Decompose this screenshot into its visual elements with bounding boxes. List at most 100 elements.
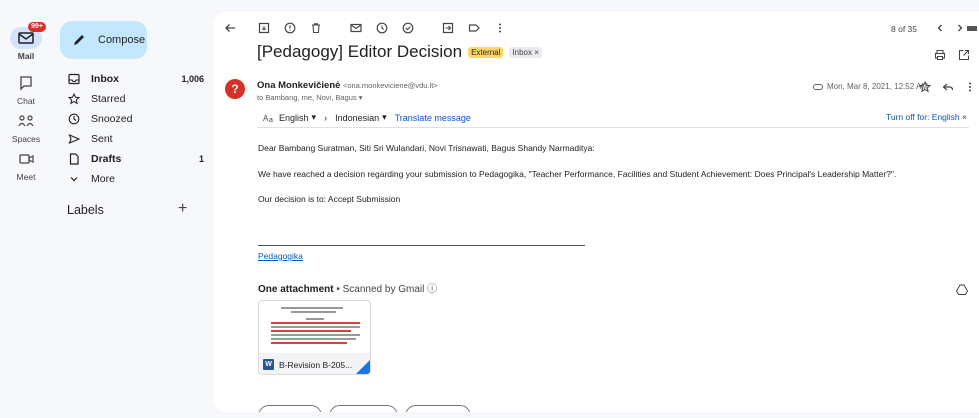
recipients-line[interactable]: to Bambang, me, Novi, Bagus ▾ — [257, 93, 362, 102]
subject-line: [Pedagogy] Editor Decision External Inbo… — [257, 42, 542, 62]
back-arrow-icon[interactable] — [223, 21, 237, 35]
pencil-icon — [72, 33, 86, 47]
translate-to[interactable]: Indonesian — [335, 113, 379, 123]
info-icon[interactable]: ⓘ — [427, 284, 437, 295]
body-greeting: Dear Bambang Suratman, Siti Sri Wulandar… — [258, 143, 595, 153]
translate-from[interactable]: English — [279, 113, 309, 123]
signature-link[interactable]: Pedagogika — [258, 251, 303, 261]
nav-snoozed[interactable]: Snoozed — [60, 109, 208, 128]
translate-bar: Aa English ▾ › Indonesian ▾ Translate me… — [257, 108, 969, 128]
mark-unread-icon[interactable] — [349, 21, 363, 35]
message-more-icon[interactable] — [963, 80, 977, 94]
translate-icon: Aa — [263, 113, 275, 123]
archive-icon[interactable] — [257, 21, 271, 35]
rail-mail[interactable]: 99+ Mail — [0, 22, 52, 61]
newer-chevron-icon[interactable] — [933, 21, 947, 35]
nav-drafts-label: Drafts — [91, 152, 122, 165]
print-icon[interactable] — [933, 48, 947, 62]
compose-label: Compose — [98, 34, 146, 46]
inbox-icon — [67, 72, 81, 86]
chat-icon — [10, 72, 42, 94]
attachments-count: One attachment — [258, 284, 334, 295]
scanned-text: Scanned by Gmail — [342, 284, 425, 295]
turn-off-text: Turn off for: English — [885, 112, 960, 122]
rail-mail-label: Mail — [17, 51, 35, 61]
rail-chat-label: Chat — [17, 96, 35, 106]
star-message-icon[interactable] — [918, 80, 932, 94]
message-date: Mon, Mar 8, 2021, 12:52 AM — [813, 82, 928, 91]
inbox-label-chip[interactable]: Inbox × — [509, 46, 542, 58]
nav-more-label: More — [91, 172, 115, 185]
date-text: Mon, Mar 8, 2021, 12:52 AM — [827, 82, 928, 91]
attachment-clip-icon — [813, 83, 823, 91]
body-decision: Our decision is to: Accept Submission — [258, 194, 401, 204]
send-icon — [67, 132, 81, 146]
attachment-card[interactable]: W B-Revision B-205... — [258, 300, 371, 375]
keyboard-input-icon[interactable] — [965, 21, 979, 35]
close-icon[interactable]: × — [962, 112, 967, 122]
attachment-filename: B-Revision B-205... — [279, 359, 353, 370]
nav-starred-label: Starred — [91, 92, 126, 105]
mail-icon: 99+ — [10, 22, 46, 49]
rail-meet[interactable]: Meet — [0, 148, 52, 182]
delete-icon[interactable] — [309, 21, 323, 35]
reply-button[interactable] — [258, 405, 322, 412]
rail-spaces[interactable]: Spaces — [0, 110, 52, 144]
translate-message-link[interactable]: Translate message — [395, 113, 471, 123]
subject-text: [Pedagogy] Editor Decision — [257, 42, 463, 61]
signature-divider — [258, 245, 585, 246]
external-chip: External — [468, 46, 504, 58]
attachments-heading: One attachment • Scanned by Gmail ⓘ — [258, 284, 438, 295]
rail-chat[interactable]: Chat — [0, 72, 52, 106]
attachment-footer: W B-Revision B-205... — [259, 353, 370, 374]
rail-meet-label: Meet — [16, 172, 36, 182]
draft-icon — [67, 152, 81, 166]
nav-inbox-count: 1,006 — [181, 73, 204, 84]
reply-icon[interactable] — [941, 80, 955, 94]
dropdown-arrow-icon: ▾ — [311, 112, 317, 122]
message-panel: 8 of 35 [Pedagogy] Editor Decision Exter… — [213, 12, 979, 412]
clock-icon — [67, 112, 81, 126]
nav-starred[interactable]: Starred — [60, 89, 208, 108]
more-vert-icon[interactable] — [493, 21, 507, 35]
chevron-down-icon — [67, 172, 81, 186]
star-icon — [67, 92, 81, 106]
add-label-button[interactable]: + — [178, 200, 187, 218]
nav-inbox-label: Inbox — [91, 72, 119, 85]
nav-sent[interactable]: Sent — [60, 129, 208, 148]
arrow-right-icon: › — [324, 112, 328, 123]
report-spam-icon[interactable] — [283, 21, 297, 35]
nav-inbox[interactable]: Inbox 1,006 — [60, 69, 208, 88]
turn-off-translate-link[interactable]: Turn off for: English × — [886, 112, 967, 122]
nav-drafts[interactable]: Drafts 1 — [60, 149, 208, 168]
nav-more[interactable]: More — [60, 169, 208, 188]
page-fold-icon — [356, 360, 370, 374]
unread-badge: 99+ — [28, 22, 46, 32]
forward-button[interactable] — [405, 405, 471, 412]
nav-sent-label: Sent — [91, 132, 113, 145]
snooze-icon[interactable] — [375, 21, 389, 35]
open-new-window-icon[interactable] — [957, 48, 971, 62]
body-paragraph: We have reached a decision regarding you… — [258, 169, 897, 179]
sender-name[interactable]: Ona Monkevičienė — [257, 80, 340, 91]
dropdown-arrow-icon: ▾ — [382, 112, 387, 122]
reply-all-button[interactable] — [329, 405, 398, 412]
labels-heading: Labels — [67, 203, 104, 217]
sender-email: <ona.monkeviciene@vdu.lt> — [342, 81, 438, 90]
add-to-drive-icon[interactable] — [955, 282, 969, 296]
nav-snoozed-label: Snoozed — [91, 112, 133, 125]
pager-count: 8 of 35 — [891, 24, 917, 34]
add-task-icon[interactable] — [401, 21, 415, 35]
app-rail: 99+ Mail Chat Spaces Meet — [0, 0, 52, 418]
compose-button[interactable]: Compose — [60, 21, 147, 59]
label-icon[interactable] — [467, 21, 481, 35]
word-doc-icon: W — [263, 359, 274, 370]
nav-drafts-count: 1 — [198, 153, 204, 164]
rail-spaces-label: Spaces — [11, 134, 41, 144]
move-to-icon[interactable] — [441, 21, 455, 35]
sender-avatar[interactable]: ? — [225, 79, 245, 99]
svg-text:a: a — [269, 117, 273, 123]
document-thumbnail — [259, 301, 370, 353]
video-icon — [10, 148, 42, 170]
spaces-icon — [10, 110, 42, 132]
